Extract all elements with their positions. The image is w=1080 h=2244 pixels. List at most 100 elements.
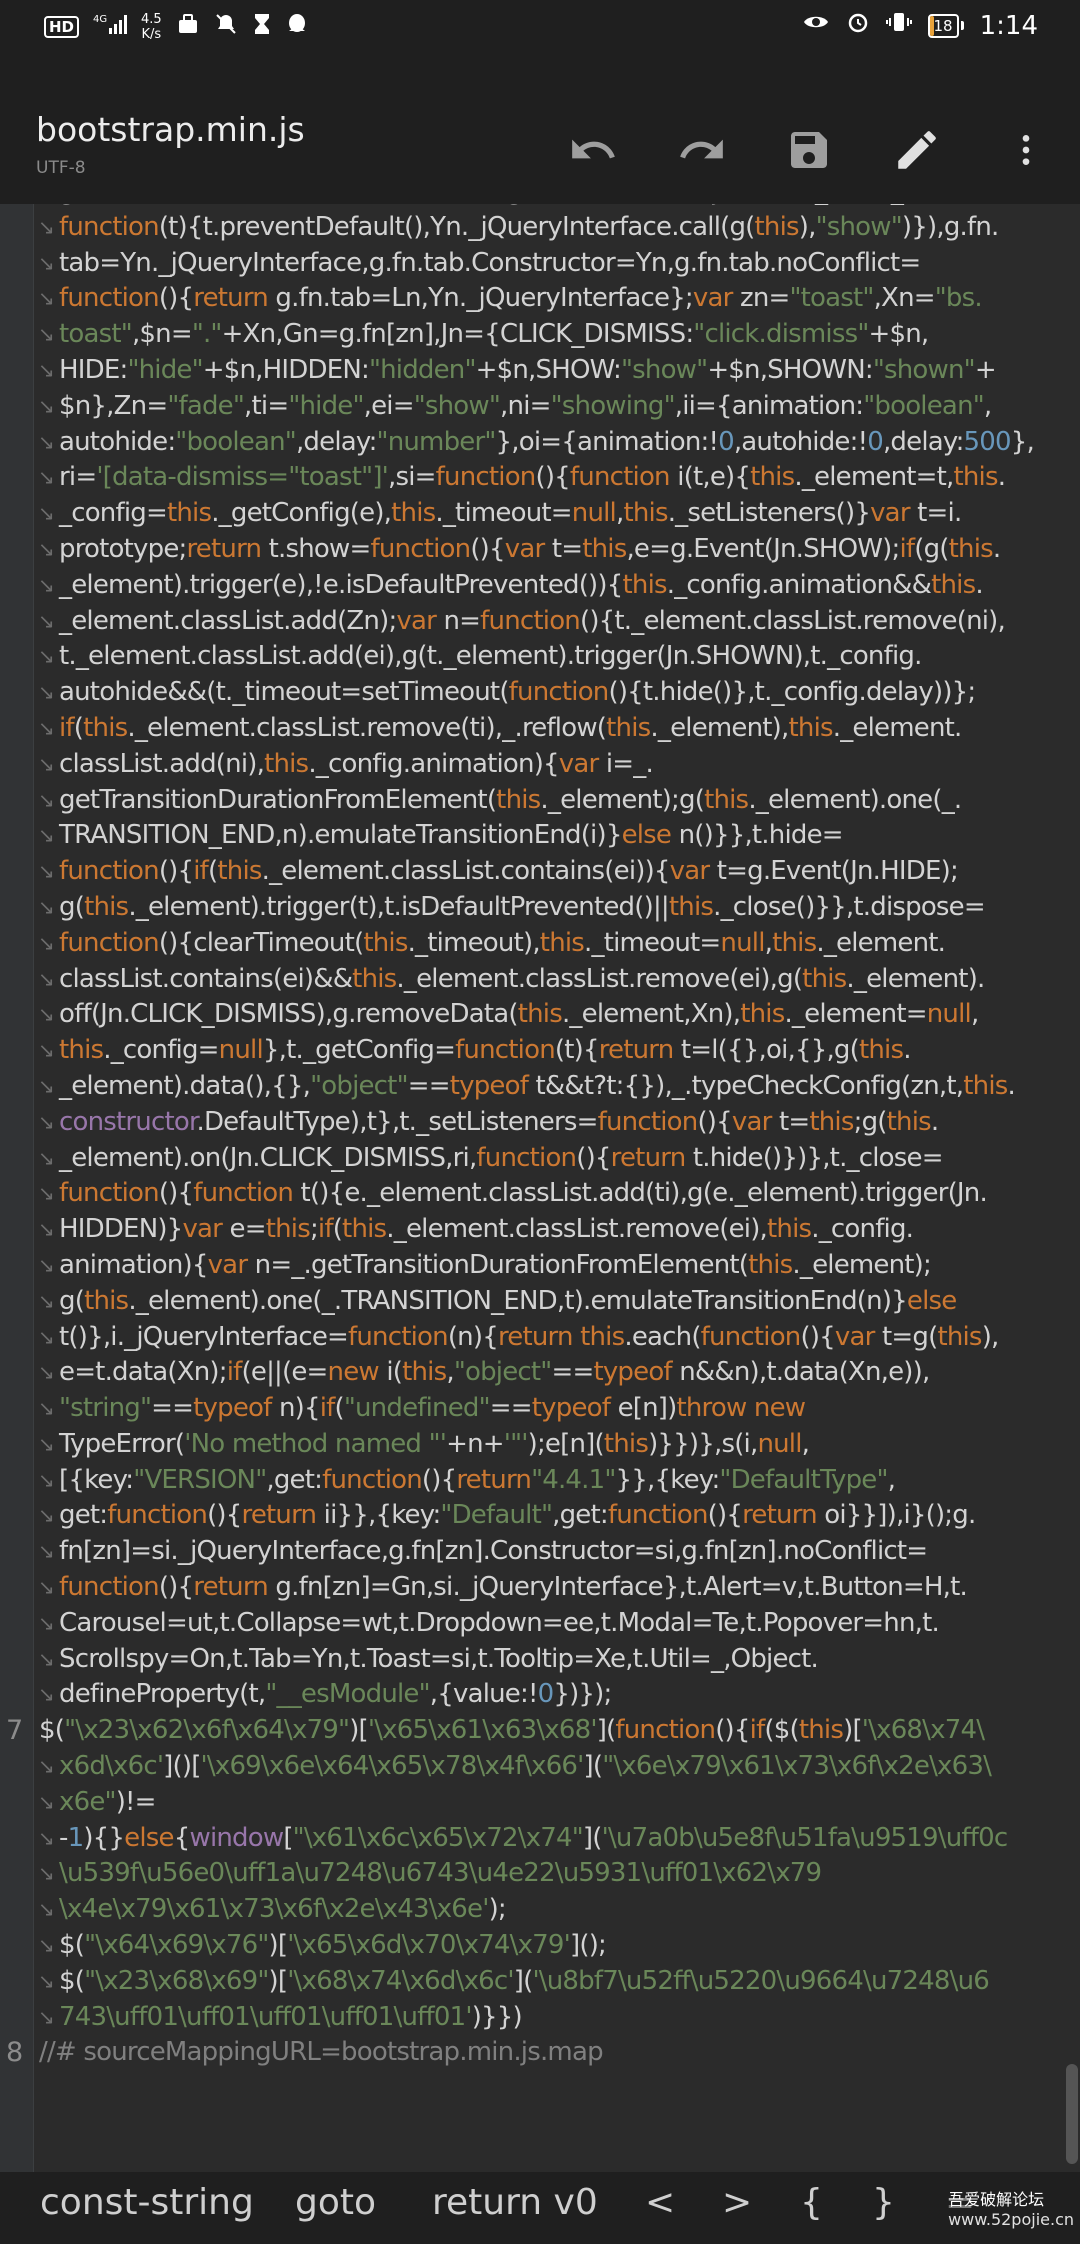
file-encoding: UTF-8 [36, 158, 86, 178]
redo-icon [680, 139, 723, 159]
pencil-icon [898, 131, 936, 169]
mute-icon [214, 12, 238, 42]
line-number: 7 [6, 1715, 23, 1747]
file-title: bootstrap.min.js [36, 110, 305, 149]
code-line: ↘ \u539f\u56e0\uff1a\u7248\u6743\u4e22\u5… [38, 1858, 822, 1889]
scrollbar-thumb[interactable] [1066, 2064, 1078, 2164]
undo-icon [572, 139, 615, 159]
site-watermark: 吾爱破解论坛 www.52pojie.cn [948, 2190, 1074, 2230]
code-line: ↘ classList.add(ni),this._config.animatio… [38, 748, 654, 779]
code-line: ↘ _element).trigger(e),!e.isDefaultPreven… [38, 569, 984, 600]
code-line: ↘ get:function(){return ii}},{key:"Defaul… [38, 1500, 976, 1531]
code-line: ↘ getTransitionDurationFromElement(this._… [38, 784, 962, 815]
code-line: ↘ t._element.classList.add(ei),g(t._eleme… [38, 641, 922, 672]
battery-icon: 18 [927, 13, 964, 38]
hd-badge: HD [44, 16, 80, 38]
code-line: ↘ function(){if(this._element.classList.c… [38, 856, 959, 887]
net-speed: 4.5 K/s [141, 12, 162, 42]
code-line: ↘ _element).on(Jn.CLICK_DISMISS,ri,functi… [38, 1142, 944, 1173]
line-number: 8 [6, 2037, 23, 2069]
code-line: ↘ autohide:"boolean",delay:"number"},oi={… [38, 426, 1035, 457]
status-left: HD 4G 4.5 K/s [44, 12, 308, 42]
code-line: ↘ prototype;return t.show=function(){var … [38, 533, 1001, 564]
code-line: ↘ defineProperty(t,"__esModule",{value:!0… [38, 1679, 612, 1710]
clock: 1:14 [979, 10, 1038, 41]
code-line: ↘ constructor.DefaultType),t},t._setListe… [38, 1106, 939, 1137]
more-button[interactable] [996, 120, 1056, 180]
code-line: ↘ _element).data(),{},"object"==typeof t&… [38, 1070, 1016, 1101]
redo-button[interactable] [672, 120, 732, 180]
insert-goto-button[interactable]: goto [295, 2182, 376, 2223]
edit-button[interactable] [887, 120, 947, 180]
code-line: ↘ function(){return g.fn.tab=Ln,Yn._jQuer… [38, 283, 983, 314]
code-line: 8//# sourceMappingURL=bootstrap.min.js.m… [0, 2035, 1080, 2071]
quick-insert-bar: const-string goto return v0 < > { } = [0, 2172, 1080, 2244]
qq-icon [286, 12, 308, 42]
undo-button[interactable] [563, 120, 623, 180]
code-line: ↘ TRANSITION_END,n).emulateTransitionEnd(… [38, 820, 844, 851]
code-line: ↘ $n},Zn="fade",ti="hide",ei="show",ni="s… [38, 390, 992, 421]
code-line: ↘ function(){clearTimeout(this._timeout),… [38, 927, 946, 958]
eye-icon [802, 10, 830, 41]
code-line: ↘ t()},i._jQueryInterface=function(n){ret… [38, 1321, 999, 1352]
status-right: 18 1:14 [802, 10, 1038, 41]
code-line: ↘ -1){}else{window["\x61\x6c\x65\x72\x74"… [38, 1822, 1008, 1853]
insert-open-brace-button[interactable]: { [800, 2182, 823, 2223]
code-line: ↘ off(Jn.CLICK_DISMISS),g.removeData(this… [38, 999, 979, 1030]
code-line: 7 $("\x23\x62\x6f\x64\x79")['\x65\x61\x63… [0, 1713, 1080, 1749]
code-editor[interactable]: ↘get:function(){return"4.4.1"}}]),i}(),g… [0, 204, 1080, 2172]
code-line: ↘ autohide&&(t._timeout=setTimeout(functi… [38, 677, 976, 708]
code-line: ↘ x6e")!= [38, 1786, 156, 1817]
code-line: ↘ function(t){t.preventDefault(),Yn._jQue… [38, 211, 999, 242]
code-line: ↘ $("\x23\x68\x69")['\x68\x74\x6d\x6c']('… [38, 1965, 990, 1996]
app-bar: bootstrap.min.js UTF-8 [0, 62, 1080, 204]
code-line: ↘ "string"==typeof n){if("undefined"==typ… [38, 1393, 806, 1424]
code-line: ↘ function(){function t(){e._element.clas… [38, 1178, 988, 1209]
code-line: ↘ classList.contains(ei)&&this._element.c… [38, 963, 985, 994]
vibrate-icon [885, 10, 912, 41]
code-line: ↘ HIDDEN)}var e=this;if(this._element.cla… [38, 1214, 914, 1245]
more-vert-icon [1022, 135, 1030, 165]
code-line: ↘ animation){var n=_.getTransitionDuratio… [38, 1249, 932, 1280]
status-bar: HD 4G 4.5 K/s 18 1:14 [0, 0, 1080, 62]
code-line: ↘ ri='[data-dismiss="toast"]',si=function… [38, 462, 1006, 493]
code-line: ↘ function(){return g.fn[zn]=Gn,si._jQuer… [38, 1572, 968, 1603]
code-line: ↘ toast",$n="."+Xn,Gn=g.fn[zn],Jn={CLICK_… [38, 319, 929, 350]
insert-const-string-button[interactable]: const-string [40, 2182, 254, 2223]
code-line: ↘ tab=Yn._jQueryInterface,g.fn.tab.Constr… [38, 247, 921, 278]
insert-gt-button[interactable]: > [722, 2182, 752, 2223]
code-line: ↘ e=t.data(Xn);if(e||(e=new i(this,"objec… [38, 1357, 930, 1388]
hourglass-icon [252, 12, 272, 42]
code-line: ↘ this._config=null},t._getConfig=functio… [38, 1035, 911, 1066]
insert-close-brace-button[interactable]: } [872, 2182, 895, 2223]
code-line: ↘ _config=this._getConfig(e),this._timeou… [38, 498, 962, 529]
insert-lt-button[interactable]: < [645, 2182, 675, 2223]
code-line: ↘ [{key:"VERSION",get:function(){return"4… [38, 1464, 896, 1495]
watermark-text: 吾爱破解论坛 [948, 2190, 1045, 2209]
code-line: ↘ TypeError('No method named "'+n+'"');e[… [38, 1428, 810, 1459]
save-icon [791, 132, 827, 168]
code-line: ↘ fn[zn]=si._jQueryInterface,g.fn[zn].Con… [38, 1536, 928, 1567]
signal-type: 4G [93, 14, 107, 25]
alarm-icon [846, 10, 870, 41]
net-speed-unit: K/s [141, 27, 162, 42]
code-line: ↘ \x4e\x79\x61\x73\x6f\x2e\x43\x6e'); [38, 1894, 507, 1925]
code-line: ↘ 743\uff01\uff01\uff01\uff01\uff01')}}) [38, 2001, 523, 2032]
signal-icon: 4G [93, 12, 128, 42]
code-line: ↘ _element.classList.add(Zn);var n=functi… [38, 605, 1006, 636]
code-line: ↘ Carousel=ut,t.Collapse=wt,t.Dropdown=ee… [38, 1607, 940, 1638]
bag-icon [176, 12, 200, 42]
code-line: ↘ HIDE:"hide"+$n,HIDDEN:"hidden"+$n,SHOW:… [38, 354, 997, 385]
code-lines: ↘get:function(){return"4.4.1"}}]),i}(),g… [0, 204, 1080, 2071]
insert-return-button[interactable]: return v0 [432, 2182, 598, 2223]
code-line: ↘ g(this._element).one(_.TRANSITION_END,t… [38, 1285, 957, 1316]
code-line: ↘ x6d\x6c']()['\x69\x6e\x64\x65\x78\x4f\x… [38, 1751, 992, 1782]
battery-level: 18 [933, 16, 953, 35]
net-speed-value: 4.5 [141, 12, 162, 27]
watermark-site: www.52pojie.cn [948, 2210, 1074, 2229]
code-line: ↘ Scrollspy=On,t.Tab=Yn,t.Toast=si,t.Tool… [38, 1643, 819, 1674]
save-button[interactable] [779, 120, 839, 180]
code-line: ↘ g(this._element).trigger(t),t.isDefault… [38, 891, 986, 922]
code-line: ↘ $("\x64\x69\x76")['\x65\x6d\x70\x74\x79… [38, 1930, 607, 1961]
code-line: ↘ if(this._element.classList.remove(ti),_… [38, 712, 962, 743]
